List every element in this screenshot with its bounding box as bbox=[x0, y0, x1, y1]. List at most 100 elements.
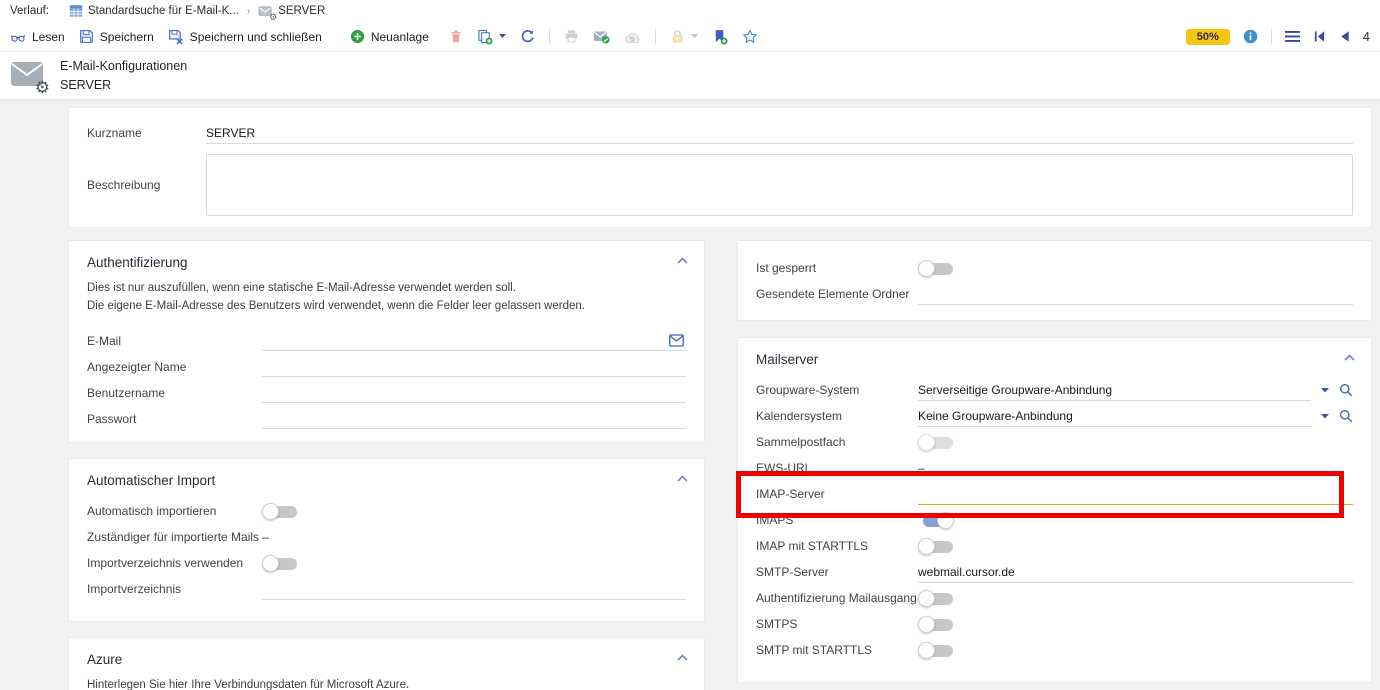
passwort-input[interactable] bbox=[262, 408, 686, 429]
print-button[interactable] bbox=[564, 29, 579, 44]
importverzeichnis-verwenden-label: Importverzeichnis verwenden bbox=[87, 556, 262, 570]
lock-icon bbox=[670, 29, 685, 44]
sammelpostfach-toggle[interactable] bbox=[918, 434, 954, 451]
breadcrumb-record-item[interactable]: ⚙ SERVER bbox=[258, 5, 325, 18]
row-benutzername: Benutzername bbox=[87, 380, 686, 406]
email-input[interactable] bbox=[262, 330, 686, 351]
smtp-server-input[interactable]: webmail.cursor.de bbox=[918, 562, 1353, 583]
groupware-system-label: Groupware-System bbox=[756, 383, 918, 397]
info-button[interactable] bbox=[1243, 29, 1258, 44]
toggle-knob bbox=[918, 642, 935, 659]
kalendersystem-label: Kalendersystem bbox=[756, 409, 918, 423]
smtp-mit-starttls-toggle[interactable] bbox=[918, 642, 954, 659]
importverzeichnis-verwenden-toggle[interactable] bbox=[262, 555, 298, 572]
lock-button[interactable] bbox=[670, 29, 698, 44]
row-email: E-Mail bbox=[87, 328, 686, 354]
table-icon bbox=[69, 4, 83, 18]
imap-server-input[interactable] bbox=[918, 484, 1353, 505]
first-record-button[interactable] bbox=[1313, 30, 1326, 43]
collapse-chevron-icon[interactable] bbox=[677, 654, 688, 661]
imap-mit-starttls-label: IMAP mit STARTTLS bbox=[756, 539, 918, 553]
row-importverzeichnis: Importverzeichnis bbox=[87, 576, 686, 602]
smtps-label: SMTPS bbox=[756, 617, 918, 631]
chevron-down-icon[interactable] bbox=[691, 34, 698, 39]
refresh-button[interactable] bbox=[520, 29, 535, 44]
gesendete-elemente-ordner-input[interactable] bbox=[918, 284, 1353, 305]
read-button[interactable]: Lesen bbox=[10, 29, 65, 44]
smtp-mit-starttls-label: SMTP mit STARTTLS bbox=[756, 643, 918, 657]
toggle-knob bbox=[918, 590, 935, 607]
azure-description: Hinterlegen Sie hier Ihre Verbindungsdat… bbox=[87, 677, 686, 690]
beschreibung-label: Beschreibung bbox=[87, 178, 206, 192]
passwort-label: Passwort bbox=[87, 412, 262, 426]
breadcrumb: Verlauf: Standardsuche für E-Mail-K... ›… bbox=[0, 0, 1380, 22]
row-zustaendiger-fuer-importierte-mails: Zuständiger für importierte Mails– bbox=[87, 524, 686, 550]
mail-check-icon bbox=[593, 29, 610, 44]
previous-record-button[interactable] bbox=[1339, 30, 1350, 43]
kalendersystem-select[interactable]: Keine Groupware-Anbindung bbox=[918, 406, 1311, 427]
search-icon[interactable] bbox=[1339, 383, 1353, 397]
benutzername-input[interactable] bbox=[262, 382, 686, 403]
bookmark-add-button[interactable] bbox=[712, 29, 728, 45]
authentication-description-line2: Die eigene E-Mail-Adresse des Benutzers … bbox=[87, 298, 686, 316]
beschreibung-textarea[interactable] bbox=[206, 154, 1353, 216]
mail-icon[interactable] bbox=[669, 334, 684, 347]
delete-button[interactable] bbox=[449, 29, 463, 44]
importverzeichnis-input[interactable] bbox=[262, 579, 686, 600]
breadcrumb-separator-icon: › bbox=[247, 6, 250, 17]
groupware-system-select[interactable]: Serverseitige Groupware-Anbindung bbox=[918, 380, 1311, 401]
ist-gesperrt-toggle[interactable] bbox=[918, 260, 954, 277]
toggle-knob bbox=[262, 555, 279, 572]
save-button[interactable]: Speichern bbox=[79, 29, 154, 44]
dropdown-icons bbox=[1321, 409, 1353, 423]
row-authentifizierung-mailausgang: Authentifizierung Mailausgang bbox=[756, 585, 1353, 611]
mailserver-panel: Mailserver Groupware-SystemServerseitige… bbox=[737, 337, 1372, 683]
status-panel: Ist gesperrt Gesendete Elemente Ordner bbox=[737, 240, 1372, 321]
row-kalendersystem: KalendersystemKeine Groupware-Anbindung bbox=[756, 403, 1353, 429]
breadcrumb-search-item[interactable]: Standardsuche für E-Mail-K... bbox=[69, 4, 239, 18]
gesendete-elemente-ordner-label: Gesendete Elemente Ordner bbox=[756, 287, 918, 301]
send-mail-button[interactable] bbox=[593, 29, 610, 44]
chevron-down-icon[interactable] bbox=[1321, 414, 1329, 419]
row-imap-server: IMAP-Server bbox=[756, 481, 1353, 507]
collapse-chevron-icon[interactable] bbox=[677, 257, 688, 264]
chevron-down-icon[interactable] bbox=[1321, 388, 1329, 393]
row-ews-url: EWS-URL– bbox=[756, 455, 1353, 481]
angezeigter-name-input[interactable] bbox=[262, 356, 686, 377]
row-gesendete-elemente-ordner: Gesendete Elemente Ordner bbox=[756, 281, 1353, 307]
automatisch-importieren-toggle[interactable] bbox=[262, 503, 298, 520]
smtps-toggle[interactable] bbox=[918, 616, 954, 633]
automatisch-importieren-label: Automatisch importieren bbox=[87, 504, 262, 518]
favorite-button[interactable] bbox=[742, 29, 758, 44]
authentication-title: Authentifizierung bbox=[87, 255, 686, 270]
menu-button[interactable] bbox=[1285, 30, 1300, 43]
collapse-chevron-icon[interactable] bbox=[1344, 354, 1355, 361]
copy-record-button[interactable] bbox=[477, 29, 506, 45]
authentication-panel: Authentifizierung Dies ist nur auszufüll… bbox=[68, 240, 705, 443]
toggle-knob bbox=[918, 538, 935, 555]
collapse-chevron-icon[interactable] bbox=[677, 475, 688, 482]
zustaendiger-fuer-importierte-mails-label: Zuständiger für importierte Mails bbox=[87, 530, 262, 544]
imap-mit-starttls-toggle[interactable] bbox=[918, 538, 954, 555]
cloud-apps-button[interactable] bbox=[624, 30, 641, 44]
mailserver-title: Mailserver bbox=[756, 352, 1353, 367]
toggle-knob bbox=[918, 260, 935, 277]
authentifizierung-mailausgang-label: Authentifizierung Mailausgang bbox=[756, 591, 918, 605]
kurzname-value: SERVER bbox=[206, 126, 255, 140]
chevron-down-icon[interactable] bbox=[499, 34, 506, 39]
smtp-server-value: webmail.cursor.de bbox=[918, 565, 1015, 579]
imaps-toggle[interactable] bbox=[918, 512, 954, 529]
cloud-icon bbox=[624, 30, 641, 44]
zoom-level-badge[interactable]: 50% bbox=[1186, 29, 1230, 45]
row-ist-gesperrt: Ist gesperrt bbox=[756, 255, 1353, 281]
kurzname-input[interactable]: SERVER bbox=[206, 123, 1353, 144]
new-record-button[interactable]: Neuanlage bbox=[350, 29, 429, 44]
authentifizierung-mailausgang-toggle[interactable] bbox=[918, 590, 954, 607]
toolbar: Lesen Speichern Speichern und schließen … bbox=[0, 22, 1380, 52]
toggle-knob bbox=[262, 503, 279, 520]
row-smtps: SMTPS bbox=[756, 611, 1353, 637]
save-and-close-button[interactable]: Speichern und schließen bbox=[168, 29, 322, 45]
refresh-icon bbox=[520, 29, 535, 44]
search-icon[interactable] bbox=[1339, 409, 1353, 423]
groupware-system-value: Serverseitige Groupware-Anbindung bbox=[918, 383, 1112, 397]
